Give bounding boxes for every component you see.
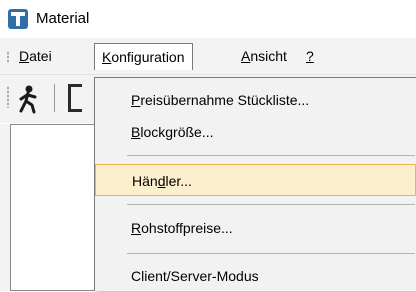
menu-item-rohstoffpreise[interactable]: Rohstoffpreise... bbox=[131, 212, 233, 244]
run-icon[interactable] bbox=[14, 84, 42, 117]
title-bar: Material bbox=[0, 0, 416, 38]
menu-separator bbox=[127, 204, 415, 205]
left-margin bbox=[0, 124, 10, 291]
menu-item-preisuebernahme[interactable]: Preisübernahme Stückliste... bbox=[131, 84, 309, 116]
menu-separator bbox=[127, 253, 415, 254]
menu-separator bbox=[127, 155, 415, 156]
menubar-grip-icon[interactable] bbox=[7, 51, 9, 63]
menu-item-haendler[interactable]: Händler... bbox=[95, 164, 416, 196]
menu-bar: Datei Konfiguration Ansicht ? bbox=[0, 38, 416, 75]
menu-item-blockgroesse[interactable]: Blockgröße... bbox=[131, 116, 213, 148]
menu-datei[interactable]: Datei bbox=[19, 48, 52, 64]
menu-help[interactable]: ? bbox=[306, 48, 314, 64]
konfiguration-dropdown: Preisübernahme Stückliste... Blockgröße.… bbox=[94, 77, 416, 291]
toolbar-separator bbox=[54, 84, 55, 112]
menu-ansicht[interactable]: Ansicht bbox=[241, 48, 287, 64]
window-title: Material bbox=[36, 10, 90, 27]
toolbar-grip-icon[interactable] bbox=[7, 86, 9, 108]
menu-item-client-server[interactable]: Client/Server-Modus bbox=[131, 260, 259, 292]
app-icon bbox=[8, 9, 28, 29]
toolbar-button[interactable] bbox=[68, 84, 82, 112]
menu-konfiguration[interactable]: Konfiguration bbox=[94, 43, 193, 70]
